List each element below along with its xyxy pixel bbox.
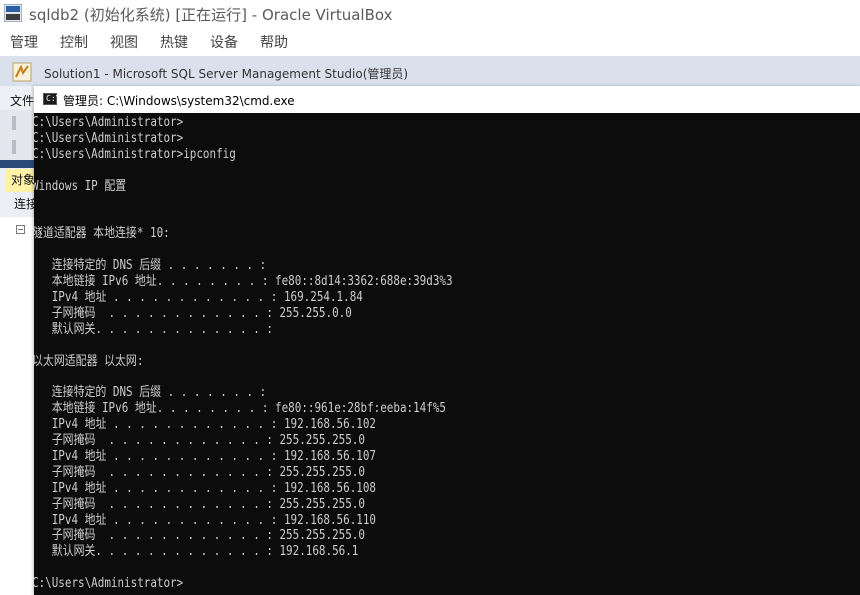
- console-line: IPv4 地址 . . . . . . . . . . . . : 169.25…: [34, 289, 363, 305]
- toolbar-grip[interactable]: [12, 116, 16, 130]
- ssms-icon: [12, 62, 32, 82]
- cmd-window-title: 管理员: C:\Windows\system32\cmd.exe: [63, 94, 295, 108]
- console-line: 本地链接 IPv6 地址. . . . . . . . : fe80::8d14…: [34, 274, 453, 289]
- virtualbox-logo-icon: [4, 4, 22, 22]
- vbox-menu-control[interactable]: 控制: [60, 32, 88, 52]
- cmd-titlebar[interactable]: C:\ 管理员: C:\Windows\system32\cmd.exe: [34, 86, 860, 113]
- console-line: C:\Users\Administrator>: [34, 130, 184, 146]
- cmd-window[interactable]: C:\ 管理员: C:\Windows\system32\cmd.exe C:\…: [34, 86, 860, 595]
- console-line: 子网掩码 . . . . . . . . . . . . : 255.255.0…: [34, 305, 352, 321]
- console-line: IPv4 地址 . . . . . . . . . . . . : 192.16…: [34, 512, 376, 528]
- console-line: IPv4 地址 . . . . . . . . . . . . : 192.16…: [34, 480, 376, 496]
- ssms-menu-file[interactable]: 文件: [10, 92, 34, 109]
- object-explorer-connect[interactable]: 连接: [0, 192, 34, 217]
- vbox-menu-manage[interactable]: 管理: [10, 32, 38, 52]
- toolbar-grip[interactable]: [12, 140, 16, 154]
- vbox-window-title: sqldb2 (初始化系统) [正在运行] - Oracle VirtualBo…: [29, 6, 393, 24]
- console-line: 默认网关. . . . . . . . . . . . . : 192.168.…: [34, 544, 359, 560]
- console-line: IPv4 地址 . . . . . . . . . . . . : 192.16…: [34, 448, 376, 464]
- console-line: C:\Users\Administrator>ipconfig: [34, 146, 236, 162]
- guest-display[interactable]: Solution1 - Microsoft SQL Server Managem…: [0, 56, 860, 595]
- console-line: 默认网关. . . . . . . . . . . . . :: [34, 321, 273, 337]
- console-line: Windows IP 配置: [34, 178, 127, 194]
- console-line: C:\Users\Administrator>: [34, 576, 184, 592]
- console-line: C:\Users\Administrator>: [34, 115, 184, 130]
- console-line: 以太网适配器 以太网:: [34, 353, 144, 369]
- console-line: 子网掩码 . . . . . . . . . . . . : 255.255.2…: [34, 496, 365, 512]
- console-output[interactable]: C:\Users\Administrator> C:\Users\Administ…: [34, 113, 860, 595]
- console-line: 连接特定的 DNS 后缀 . . . . . . . :: [34, 385, 267, 401]
- cmd-icon: C:\: [43, 93, 60, 105]
- console-line: 隧道适配器 本地连接* 10:: [34, 226, 170, 242]
- vbox-menu-devices[interactable]: 设备: [210, 32, 238, 52]
- console-line: 本地链接 IPv6 地址. . . . . . . . : fe80::961e…: [34, 401, 446, 417]
- console-line: IPv4 地址 . . . . . . . . . . . . : 192.16…: [34, 417, 376, 433]
- console-line: 子网掩码 . . . . . . . . . . . . : 255.255.2…: [34, 464, 365, 480]
- ssms-toolbar: [0, 110, 34, 160]
- tree-collapse-icon[interactable]: −: [16, 225, 25, 234]
- console-line: 连接特定的 DNS 后缀 . . . . . . . :: [34, 258, 267, 274]
- console-line: 子网掩码 . . . . . . . . . . . . : 255.255.2…: [34, 433, 365, 448]
- console-line: 子网掩码 . . . . . . . . . . . . : 255.255.2…: [34, 528, 365, 544]
- vbox-titlebar: sqldb2 (初始化系统) [正在运行] - Oracle VirtualBo…: [0, 0, 860, 28]
- object-explorer-panel: [0, 217, 34, 595]
- vbox-menu-view[interactable]: 视图: [110, 32, 138, 52]
- ssms-window-title: Solution1 - Microsoft SQL Server Managem…: [44, 67, 409, 81]
- ssms-document-well: [0, 160, 34, 168]
- ssms-titlebar[interactable]: Solution1 - Microsoft SQL Server Managem…: [0, 56, 860, 86]
- object-explorer-tab[interactable]: 对象: [6, 169, 34, 192]
- vbox-menu-help[interactable]: 帮助: [260, 32, 288, 52]
- vbox-menu-hotkey[interactable]: 热键: [160, 32, 188, 52]
- vbox-menubar: 管理 控制 视图 热键 设备 帮助: [0, 28, 860, 56]
